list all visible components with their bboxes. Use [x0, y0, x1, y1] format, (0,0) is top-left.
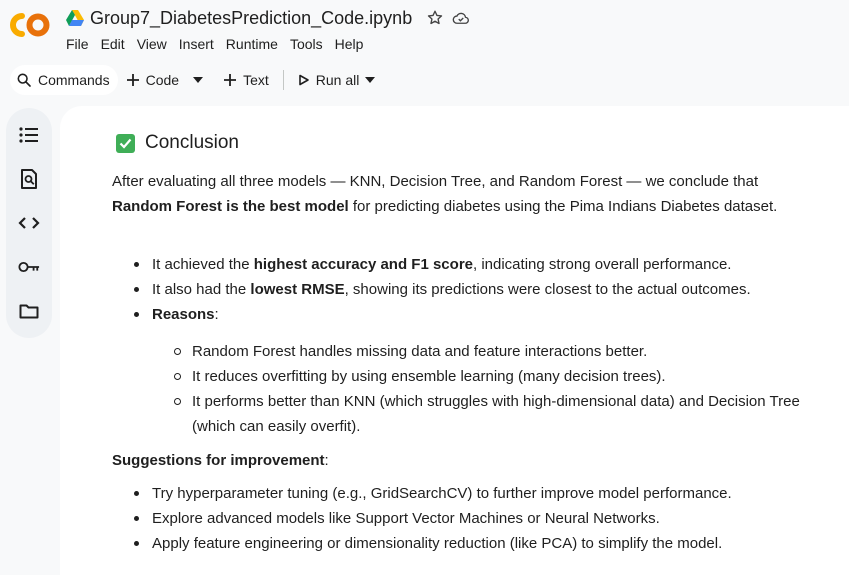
notebook-title[interactable]: Group7_DiabetesPrediction_Code.ipynb [90, 8, 412, 29]
list-item: Random Forest handles missing data and f… [172, 339, 832, 364]
menu-tools[interactable]: Tools [290, 36, 323, 52]
caret-down-icon [193, 77, 204, 83]
suggestions-list: Try hyperparameter tuning (e.g., GridSea… [112, 481, 849, 556]
reasons-list: Random Forest handles missing data and f… [172, 339, 832, 439]
list-item: It achieved the highest accuracy and F1 … [112, 252, 849, 277]
menu-edit[interactable]: Edit [101, 36, 125, 52]
intro-text: After evaluating all three models — KNN,… [112, 173, 759, 190]
plus-icon [224, 74, 237, 86]
code-label: Code [145, 72, 180, 88]
run-all-label: Run all [315, 72, 360, 88]
add-text-button[interactable]: Text [215, 65, 277, 95]
check-mark-icon [116, 133, 135, 153]
menu-insert[interactable]: Insert [179, 36, 214, 52]
add-code-button[interactable]: Code [118, 65, 187, 95]
toolbar: Commands Code Text Run all [0, 62, 849, 98]
files-folder-icon[interactable] [18, 300, 40, 322]
header: Group7_DiabetesPrediction_Code.ipynb Fil… [0, 0, 849, 62]
list-item: Reasons: [112, 302, 849, 327]
colab-window: Group7_DiabetesPrediction_Code.ipynb Fil… [0, 0, 849, 575]
suggestions-heading: Suggestions for improvement: [112, 452, 329, 469]
section-heading: Conclusion [116, 132, 239, 154]
menu-runtime[interactable]: Runtime [226, 36, 278, 52]
notebook-content: Conclusion After evaluating all three mo… [60, 106, 849, 575]
commands-button[interactable]: Commands [10, 65, 118, 95]
play-icon [298, 74, 309, 86]
commands-label: Commands [38, 72, 110, 88]
findings-list: It achieved the highest accuracy and F1 … [112, 252, 849, 327]
toolbar-divider [282, 70, 284, 90]
intro-paragraph: After evaluating all three models — KNN,… [112, 169, 822, 219]
search-icon [17, 73, 31, 87]
list-item: It reduces overfitting by using ensemble… [172, 364, 832, 389]
code-snippets-icon[interactable] [18, 212, 40, 234]
menu-view[interactable]: View [137, 36, 167, 52]
secrets-key-icon[interactable] [18, 256, 40, 278]
intro-bold: Random Forest is the best model [112, 198, 349, 215]
code-dropdown-button[interactable] [187, 65, 215, 95]
plus-icon [126, 74, 139, 86]
text-label: Text [243, 72, 269, 88]
run-all-button[interactable]: Run all [290, 65, 390, 95]
heading-text: Conclusion [145, 132, 239, 153]
colab-logo-icon[interactable] [9, 10, 51, 40]
find-icon[interactable] [18, 168, 40, 190]
menu-file[interactable]: File [66, 36, 89, 52]
star-icon[interactable] [426, 9, 444, 27]
list-item: It performs better than KNN (which strug… [172, 389, 832, 439]
google-drive-icon [66, 10, 84, 26]
table-of-contents-icon[interactable] [18, 124, 40, 146]
menu-bar: File Edit View Insert Runtime Tools Help [66, 36, 375, 52]
list-item: Try hyperparameter tuning (e.g., GridSea… [112, 481, 849, 506]
intro-text-end: for predicting diabetes using the Pima I… [348, 198, 778, 215]
list-item: Apply feature engineering or dimensional… [112, 531, 849, 556]
caret-down-icon [365, 77, 376, 83]
left-sidebar-rail [6, 108, 52, 338]
cloud-saved-icon[interactable] [452, 9, 470, 27]
list-item: Explore advanced models like Support Vec… [112, 506, 849, 531]
list-item: It also had the lowest RMSE, showing its… [112, 277, 849, 302]
menu-help[interactable]: Help [335, 36, 364, 52]
